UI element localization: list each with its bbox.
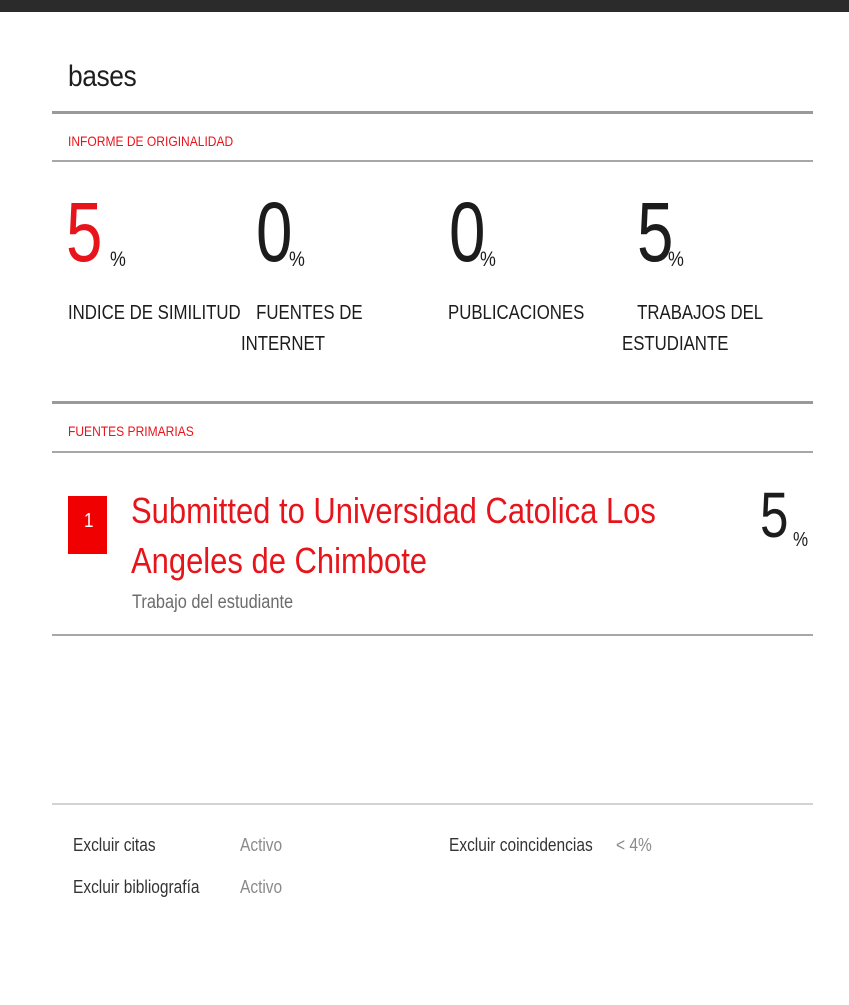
footer-divider	[52, 803, 813, 805]
exclude-quotes-label: Excluir citas	[73, 835, 156, 855]
publications-caption: PUBLICACIONES	[448, 298, 584, 329]
similarity-index-value: 5	[66, 185, 103, 279]
source-percent-value: 5	[760, 479, 789, 551]
top-bar	[0, 0, 849, 12]
internet-sources-value: 0	[256, 185, 293, 279]
source-rank-number: 1	[84, 510, 94, 532]
source-type: Trabajo del estudiante	[132, 592, 294, 613]
document-title: bases	[68, 60, 137, 93]
primary-sources-label: FUENTES PRIMARIAS	[68, 423, 194, 439]
source-percent-sign: %	[793, 529, 809, 551]
sources-divider	[52, 451, 813, 453]
student-papers-caption-line1: TRABAJOS DEL	[637, 302, 764, 324]
title-divider	[52, 111, 813, 114]
report-divider	[52, 160, 813, 162]
exclude-quotes-value: Activo	[240, 835, 283, 855]
student-papers-caption-line2: ESTUDIANTE	[622, 333, 729, 355]
source-row-divider	[52, 634, 813, 636]
similarity-index-caption-line1: INDICE DE SIMILITUD	[68, 302, 241, 324]
internet-sources-caption-line2: INTERNET	[241, 333, 325, 355]
publications-caption-line1: PUBLICACIONES	[448, 302, 585, 324]
source-title-link[interactable]: Submitted to Universidad Catolica Los An…	[131, 486, 681, 586]
source-rank-badge: 1	[68, 496, 107, 554]
publications-percent: %	[480, 248, 496, 271]
internet-sources-caption-line1: FUENTES DE	[256, 302, 363, 324]
stats-divider	[52, 401, 813, 404]
similarity-index-percent: %	[110, 248, 126, 271]
internet-sources-caption: FUENTES DE INTERNET	[241, 298, 363, 360]
similarity-index-caption: INDICE DE SIMILITUD	[68, 298, 241, 329]
student-papers-caption: TRABAJOS DEL ESTUDIANTE	[622, 298, 763, 360]
exclude-bibliography-label: Excluir bibliografía	[73, 877, 200, 897]
exclude-matches-label: Excluir coincidencias	[449, 835, 593, 855]
exclude-matches-value: < 4%	[616, 835, 652, 855]
student-papers-percent: %	[668, 248, 684, 271]
originality-report-label: INFORME DE ORIGINALIDAD	[68, 133, 234, 149]
exclude-bibliography-value: Activo	[240, 877, 283, 897]
internet-sources-percent: %	[289, 248, 305, 271]
